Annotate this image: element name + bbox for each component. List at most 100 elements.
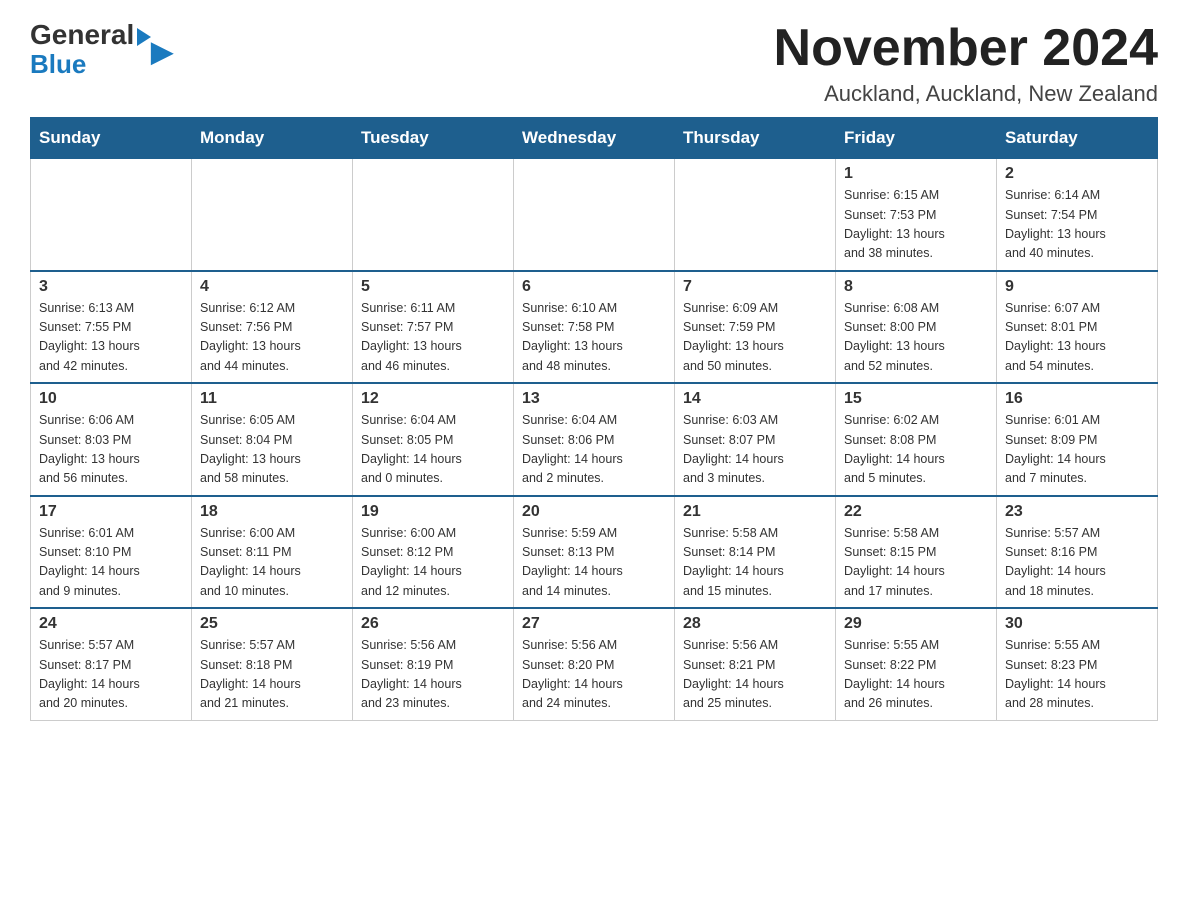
day-info: Sunrise: 6:11 AM Sunset: 7:57 PM Dayligh… [361,299,505,377]
calendar-cell: 13Sunrise: 6:04 AM Sunset: 8:06 PM Dayli… [514,383,675,496]
calendar-cell: 24 Sunrise: 5:57 AM Sunset: 8:17 PM Dayli… [31,608,192,720]
title-section: November 2024 Auckland, Auckland, New Ze… [774,20,1158,107]
logo-blue-text: Blue [30,51,86,77]
day-info: Sunrise: 6:15 AM Sunset: 7:53 PM Dayligh… [844,186,988,264]
day-info: Sunrise: 6:00 AM Sunset: 8:11 PM Dayligh… [200,524,344,602]
calendar-cell: 7 Sunrise: 6:09 AM Sunset: 7:59 PM Daylig… [675,271,836,384]
calendar-cell: 27 Sunrise: 5:56 AM Sunset: 8:20 PM Dayli… [514,608,675,720]
day-number: 15 [844,390,988,408]
day-number: 24 [39,615,183,633]
calendar-week-row: 17 Sunrise: 6:01 AM Sunset: 8:10 PM Dayli… [31,496,1158,609]
day-info: Sunrise: 6:06 AM Sunset: 8:03 PM Dayligh… [39,411,183,489]
day-number: 22 [844,503,988,521]
day-info: Sunrise: 5:56 AM Sunset: 8:20 PM Dayligh… [522,636,666,714]
weekday-header-row: SundayMondayTuesdayWednesdayThursdayFrid… [31,118,1158,159]
calendar-cell: 17 Sunrise: 6:01 AM Sunset: 8:10 PM Dayli… [31,496,192,609]
day-number: 29 [844,615,988,633]
day-info: Sunrise: 5:55 AM Sunset: 8:23 PM Dayligh… [1005,636,1149,714]
day-number: 10 [39,390,183,408]
day-number: 17 [39,503,183,521]
logo-general-text: General▶ [30,20,151,51]
day-info: Sunrise: 6:08 AM Sunset: 8:00 PM Dayligh… [844,299,988,377]
calendar-cell: 23 Sunrise: 5:57 AM Sunset: 8:16 PM Dayli… [997,496,1158,609]
weekday-header-thursday: Thursday [675,118,836,159]
calendar-cell: 15Sunrise: 6:02 AM Sunset: 8:08 PM Dayli… [836,383,997,496]
day-number: 11 [200,390,344,408]
day-info: Sunrise: 6:01 AM Sunset: 8:10 PM Dayligh… [39,524,183,602]
calendar-cell: 8 Sunrise: 6:08 AM Sunset: 8:00 PM Daylig… [836,271,997,384]
day-number: 8 [844,278,988,296]
day-info: Sunrise: 6:05 AM Sunset: 8:04 PM Dayligh… [200,411,344,489]
day-info: Sunrise: 5:55 AM Sunset: 8:22 PM Dayligh… [844,636,988,714]
weekday-header-friday: Friday [836,118,997,159]
weekday-header-saturday: Saturday [997,118,1158,159]
day-info: Sunrise: 5:59 AM Sunset: 8:13 PM Dayligh… [522,524,666,602]
calendar-cell [192,159,353,271]
day-number: 30 [1005,615,1149,633]
day-info: Sunrise: 5:56 AM Sunset: 8:21 PM Dayligh… [683,636,827,714]
weekday-header-tuesday: Tuesday [353,118,514,159]
day-number: 26 [361,615,505,633]
day-number: 19 [361,503,505,521]
calendar-cell: 6 Sunrise: 6:10 AM Sunset: 7:58 PM Daylig… [514,271,675,384]
day-number: 18 [200,503,344,521]
day-number: 5 [361,278,505,296]
calendar-cell: 10 Sunrise: 6:06 AM Sunset: 8:03 PM Dayli… [31,383,192,496]
day-number: 7 [683,278,827,296]
calendar-cell: 4 Sunrise: 6:12 AM Sunset: 7:56 PM Daylig… [192,271,353,384]
day-number: 16 [1005,390,1149,408]
weekday-header-monday: Monday [192,118,353,159]
day-number: 25 [200,615,344,633]
calendar-cell: 20Sunrise: 5:59 AM Sunset: 8:13 PM Dayli… [514,496,675,609]
calendar-cell: 2Sunrise: 6:14 AM Sunset: 7:54 PM Daylig… [997,159,1158,271]
day-info: Sunrise: 6:00 AM Sunset: 8:12 PM Dayligh… [361,524,505,602]
calendar-week-row: 24 Sunrise: 5:57 AM Sunset: 8:17 PM Dayli… [31,608,1158,720]
calendar-cell [31,159,192,271]
calendar-cell: 26 Sunrise: 5:56 AM Sunset: 8:19 PM Dayli… [353,608,514,720]
day-info: Sunrise: 5:57 AM Sunset: 8:16 PM Dayligh… [1005,524,1149,602]
day-info: Sunrise: 6:10 AM Sunset: 7:58 PM Dayligh… [522,299,666,377]
calendar-cell: 21Sunrise: 5:58 AM Sunset: 8:14 PM Dayli… [675,496,836,609]
location-subtitle: Auckland, Auckland, New Zealand [774,81,1158,107]
day-info: Sunrise: 5:58 AM Sunset: 8:14 PM Dayligh… [683,524,827,602]
day-info: Sunrise: 6:07 AM Sunset: 8:01 PM Dayligh… [1005,299,1149,377]
calendar-cell: 3 Sunrise: 6:13 AM Sunset: 7:55 PM Daylig… [31,271,192,384]
day-number: 12 [361,390,505,408]
day-number: 3 [39,278,183,296]
day-number: 23 [1005,503,1149,521]
day-number: 28 [683,615,827,633]
calendar-cell: 12Sunrise: 6:04 AM Sunset: 8:05 PM Dayli… [353,383,514,496]
day-info: Sunrise: 6:12 AM Sunset: 7:56 PM Dayligh… [200,299,344,377]
day-number: 6 [522,278,666,296]
day-number: 9 [1005,278,1149,296]
day-info: Sunrise: 5:58 AM Sunset: 8:15 PM Dayligh… [844,524,988,602]
calendar-cell [353,159,514,271]
calendar-cell: 29 Sunrise: 5:55 AM Sunset: 8:22 PM Dayli… [836,608,997,720]
calendar-cell: 11 Sunrise: 6:05 AM Sunset: 8:04 PM Dayli… [192,383,353,496]
day-info: Sunrise: 6:09 AM Sunset: 7:59 PM Dayligh… [683,299,827,377]
calendar-cell: 28 Sunrise: 5:56 AM Sunset: 8:21 PM Dayli… [675,608,836,720]
calendar-cell: 30 Sunrise: 5:55 AM Sunset: 8:23 PM Dayli… [997,608,1158,720]
calendar-cell: 1Sunrise: 6:15 AM Sunset: 7:53 PM Daylig… [836,159,997,271]
calendar-cell: 14Sunrise: 6:03 AM Sunset: 8:07 PM Dayli… [675,383,836,496]
day-number: 4 [200,278,344,296]
weekday-header-wednesday: Wednesday [514,118,675,159]
calendar-cell: 9 Sunrise: 6:07 AM Sunset: 8:01 PM Daylig… [997,271,1158,384]
calendar-cell [514,159,675,271]
day-info: Sunrise: 6:13 AM Sunset: 7:55 PM Dayligh… [39,299,183,377]
calendar-cell: 22 Sunrise: 5:58 AM Sunset: 8:15 PM Dayli… [836,496,997,609]
day-info: Sunrise: 6:04 AM Sunset: 8:06 PM Dayligh… [522,411,666,489]
calendar-cell [675,159,836,271]
day-info: Sunrise: 5:57 AM Sunset: 8:17 PM Dayligh… [39,636,183,714]
calendar-table: SundayMondayTuesdayWednesdayThursdayFrid… [30,117,1158,721]
calendar-week-row: 3 Sunrise: 6:13 AM Sunset: 7:55 PM Daylig… [31,271,1158,384]
day-info: Sunrise: 5:56 AM Sunset: 8:19 PM Dayligh… [361,636,505,714]
page-header: General▶ Blue November 2024 Auckland, Au… [30,20,1158,107]
calendar-cell: 5 Sunrise: 6:11 AM Sunset: 7:57 PM Daylig… [353,271,514,384]
day-info: Sunrise: 6:03 AM Sunset: 8:07 PM Dayligh… [683,411,827,489]
logo: General▶ Blue [30,20,151,77]
weekday-header-sunday: Sunday [31,118,192,159]
day-info: Sunrise: 5:57 AM Sunset: 8:18 PM Dayligh… [200,636,344,714]
day-number: 27 [522,615,666,633]
day-info: Sunrise: 6:01 AM Sunset: 8:09 PM Dayligh… [1005,411,1149,489]
